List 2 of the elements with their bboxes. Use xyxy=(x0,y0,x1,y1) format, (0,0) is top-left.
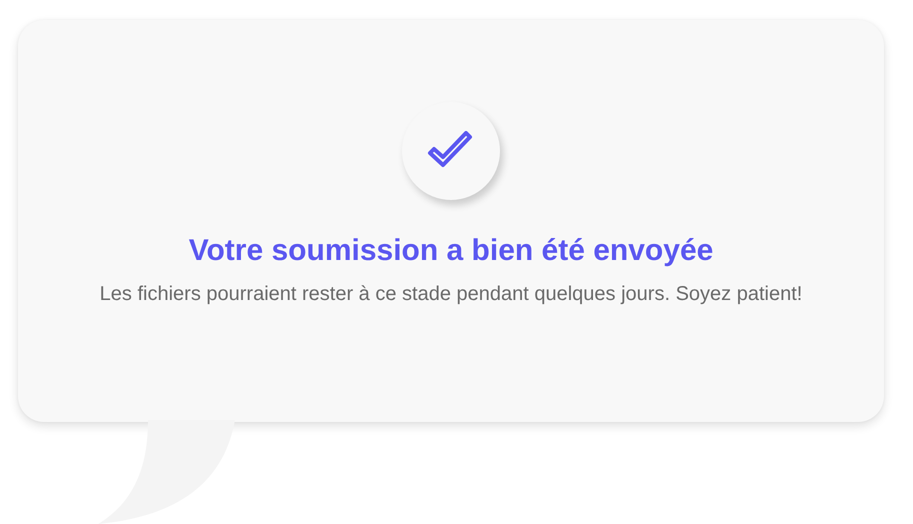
info-text: Les fichiers pourraient rester à ce stade pendant quelques jours. Soyez patient! xyxy=(100,282,802,307)
success-title: Votre soumission a bien été envoyée xyxy=(188,234,714,268)
